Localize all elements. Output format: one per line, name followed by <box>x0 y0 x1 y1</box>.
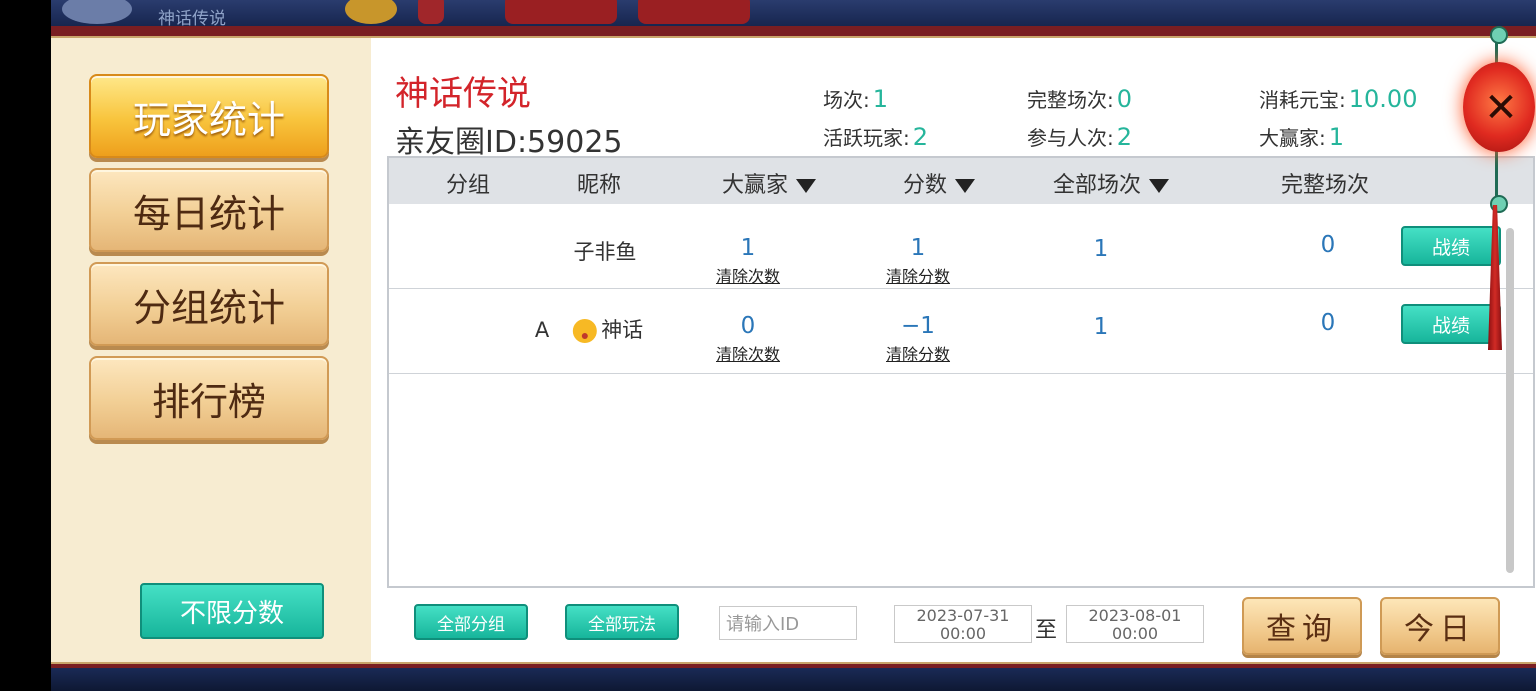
column-big-winner-sort[interactable]: 大赢家 <box>722 167 817 199</box>
stat-big-winner: 大赢家: 1 <box>1259 123 1345 151</box>
table-header: 分组 昵称 大赢家 分数 全部场次 完整场次 <box>389 158 1533 204</box>
sidebar: 玩家统计 每日统计 分组统计 排行榜 不限分数 <box>51 38 371 662</box>
record-button[interactable]: 战绩 <box>1401 226 1501 266</box>
column-complete-games: 完整场次 <box>1280 173 1370 198</box>
close-icon[interactable]: ✕ <box>1479 85 1523 131</box>
circle-id: 亲友圈ID:59025 <box>395 125 623 160</box>
main-content: 神话传说 亲友圈ID:59025 场次: 1 完整场次: 0 消耗元宝: 10.00 … <box>371 38 1536 662</box>
start-date-field[interactable]: 2023-07-31 00:00 <box>894 605 1032 643</box>
clear-count-link[interactable]: 清除次数 <box>716 263 780 287</box>
sort-down-icon <box>1149 179 1170 193</box>
all-groups-button[interactable]: 全部分组 <box>414 604 528 640</box>
stat-participants: 参与人次: 2 <box>1027 123 1133 151</box>
player-nickname: A 神话 <box>534 318 644 343</box>
menu-group-stats[interactable]: 分组统计 <box>89 262 329 346</box>
complete-games-cell: 0 <box>1320 310 1336 336</box>
player-id-input[interactable]: 请输入ID <box>719 606 857 640</box>
menu-player-stats[interactable]: 玩家统计 <box>89 74 329 158</box>
sort-down-icon <box>955 179 976 193</box>
today-button[interactable]: 今日 <box>1380 597 1500 655</box>
date-range-separator: 至 <box>1035 618 1058 643</box>
clear-count-link[interactable]: 清除次数 <box>716 341 780 365</box>
clear-score-link[interactable]: 清除分数 <box>886 341 950 365</box>
big-winner-cell: 1 清除次数 <box>715 235 781 287</box>
all-games-cell: 1 <box>1093 236 1109 262</box>
column-group: 分组 <box>445 173 491 198</box>
end-date-field[interactable]: 2023-08-01 00:00 <box>1066 605 1204 643</box>
stats-table: 分组 昵称 大赢家 分数 全部场次 完整场次 子非鱼 1 清除次数 1 清除分数 <box>387 156 1535 588</box>
lantern-bead <box>1490 195 1508 213</box>
column-nickname: 昵称 <box>576 173 622 198</box>
background-icon <box>418 0 444 24</box>
table-row: A 神话 0 清除次数 −1 清除分数 1 0 战绩 <box>389 289 1533 374</box>
stat-active-players: 活跃玩家: 2 <box>823 123 929 151</box>
score-cell: 1 清除分数 <box>885 235 951 287</box>
complete-games-cell: 0 <box>1320 232 1336 258</box>
menu-daily-stats[interactable]: 每日统计 <box>89 168 329 252</box>
clear-score-link[interactable]: 清除分数 <box>886 263 950 287</box>
big-winner-cell: 0 清除次数 <box>715 313 781 365</box>
column-score-sort[interactable]: 分数 <box>903 167 976 199</box>
stat-games: 场次: 1 <box>823 85 889 113</box>
background-button <box>505 0 617 24</box>
sort-down-icon <box>796 179 817 193</box>
score-cell: −1 清除分数 <box>885 313 951 365</box>
lantern-bead <box>1490 26 1508 44</box>
stat-consumed: 消耗元宝: 10.00 <box>1259 85 1418 113</box>
club-title: 神话传说 <box>395 74 531 114</box>
background-bottom-bar <box>51 664 1536 691</box>
player-nickname: 子非鱼 <box>573 240 637 264</box>
stats-dialog: 玩家统计 每日统计 分组统计 排行榜 不限分数 神话传说 亲友圈ID:59025… <box>51 26 1536 668</box>
query-button[interactable]: 查询 <box>1242 597 1362 655</box>
record-button[interactable]: 战绩 <box>1401 304 1501 344</box>
unlimited-score-button[interactable]: 不限分数 <box>140 583 324 639</box>
dialog-body: 玩家统计 每日统计 分组统计 排行榜 不限分数 神话传说 亲友圈ID:59025… <box>51 36 1536 664</box>
stat-complete-games: 完整场次: 0 <box>1027 85 1133 113</box>
background-coin-icon <box>345 0 397 24</box>
all-games-cell: 1 <box>1093 314 1109 340</box>
kiss-emoji-icon <box>573 319 598 343</box>
menu-leaderboard[interactable]: 排行榜 <box>89 356 329 440</box>
left-edge-bar <box>0 0 51 691</box>
column-all-games-sort[interactable]: 全部场次 <box>1053 167 1170 199</box>
background-avatar <box>62 0 132 24</box>
background-button <box>638 0 750 24</box>
table-scrollbar[interactable] <box>1506 228 1514 573</box>
all-modes-button[interactable]: 全部玩法 <box>565 604 679 640</box>
table-row: 子非鱼 1 清除次数 1 清除分数 1 0 战绩 <box>389 204 1533 289</box>
